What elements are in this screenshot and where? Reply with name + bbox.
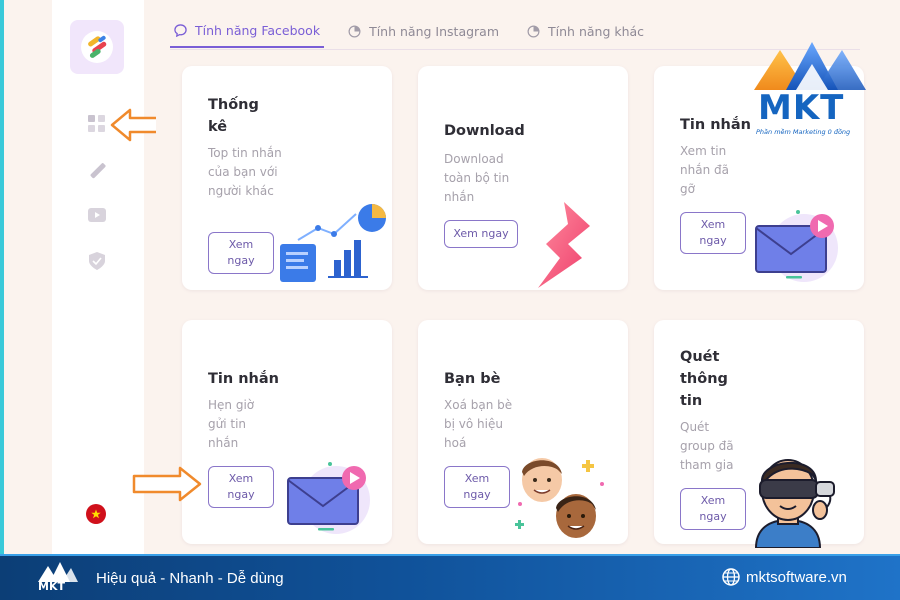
sidebar — [52, 0, 144, 554]
view-now-button[interactable]: Xem ngay — [208, 232, 274, 274]
footer-bar: MKT Hiệu quả - Nhanh - Dễ dùng mktsoftwa… — [0, 554, 900, 600]
mkt-mountain-icon — [754, 42, 866, 90]
chat-bubble-icon — [174, 23, 187, 37]
card-title: Tin nhắn — [208, 371, 279, 387]
view-now-button[interactable]: Xem ngay — [444, 220, 518, 248]
view-now-button[interactable]: Xem ngay — [208, 466, 274, 508]
tab-instagram-label: Tính năng Instagram — [369, 23, 500, 39]
tab-facebook-label: Tính năng Facebook — [195, 22, 321, 38]
card-description: Hẹn giờ gửi tin nhắn — [208, 398, 255, 450]
envelope-message-icon — [755, 210, 838, 282]
view-now-button[interactable]: Xem ngay — [444, 466, 510, 508]
mkt-brand-logo: MKT Phần mềm Marketing 0 đồng — [750, 36, 868, 136]
footer-logo: MKT — [36, 562, 80, 596]
dashboard-grid-icon[interactable] — [86, 113, 108, 135]
video-play-icon[interactable] — [86, 204, 108, 226]
tab-other[interactable]: Tính năng khác — [523, 14, 648, 48]
globe-icon — [722, 568, 740, 586]
card-description: Download toàn bộ tin nhắn — [444, 152, 510, 204]
shield-check-icon[interactable] — [86, 250, 108, 272]
card-schedule-messages: Tin nhắn Hẹn giờ gửi tin nhắn Xem ngay — [182, 320, 392, 544]
card-download: Download Download toàn bộ tin nhắn Xem n… — [418, 66, 628, 290]
footer-website-label: mktsoftware.vn — [746, 568, 847, 586]
card-statistics: Thống kê Top tin nhắn của bạn với người … — [182, 66, 392, 290]
view-now-button[interactable]: Xem ngay — [680, 488, 746, 530]
envelope-message-icon — [287, 462, 370, 534]
footer-logo-text: MKT — [38, 580, 65, 593]
pie-chart-icon — [527, 25, 540, 37]
friends-faces-icon — [515, 458, 604, 538]
mkt-footer-mountain-icon — [38, 562, 78, 582]
brand-tagline: Phần mềm Marketing 0 đồng — [756, 128, 851, 136]
card-description: Top tin nhắn của bạn với người khác — [208, 146, 282, 198]
card-description: Xoá bạn bè bị vô hiệu hoá — [444, 398, 513, 450]
pen-tool-icon[interactable] — [86, 160, 108, 182]
card-friends: Bạn bè Xoá bạn bè bị vô hiệu hoá Xem nga… — [418, 320, 628, 544]
brand-name: MKT — [758, 88, 845, 128]
tab-other-label: Tính năng khác — [548, 23, 645, 39]
card-title: Bạn bè — [444, 371, 501, 387]
footer-slogan: Hiệu quả - Nhanh - Dễ dùng — [96, 570, 284, 587]
statistics-chart-icon — [280, 204, 386, 282]
card-description: Quét group đã tham gia — [680, 420, 734, 472]
tab-instagram[interactable]: Tính năng Instagram — [344, 14, 503, 48]
app-logo-icon — [81, 31, 113, 63]
footer-website[interactable]: mktsoftware.vn — [722, 568, 847, 586]
vr-person-icon — [754, 459, 835, 548]
pie-chart-icon — [348, 25, 361, 37]
app-logo[interactable] — [70, 20, 124, 74]
view-now-button[interactable]: Xem ngay — [680, 212, 746, 254]
card-title: Download — [444, 123, 525, 139]
vietnam-flag-icon[interactable] — [86, 504, 106, 524]
tab-facebook[interactable]: Tính năng Facebook — [170, 14, 325, 48]
card-title: Thống kê — [208, 97, 259, 135]
lightning-download-icon — [538, 202, 590, 288]
card-description: Xem tin nhắn đã gỡ — [680, 144, 729, 196]
card-title: Quét thông tin — [680, 349, 728, 409]
pointer-arrow-right — [132, 466, 202, 502]
